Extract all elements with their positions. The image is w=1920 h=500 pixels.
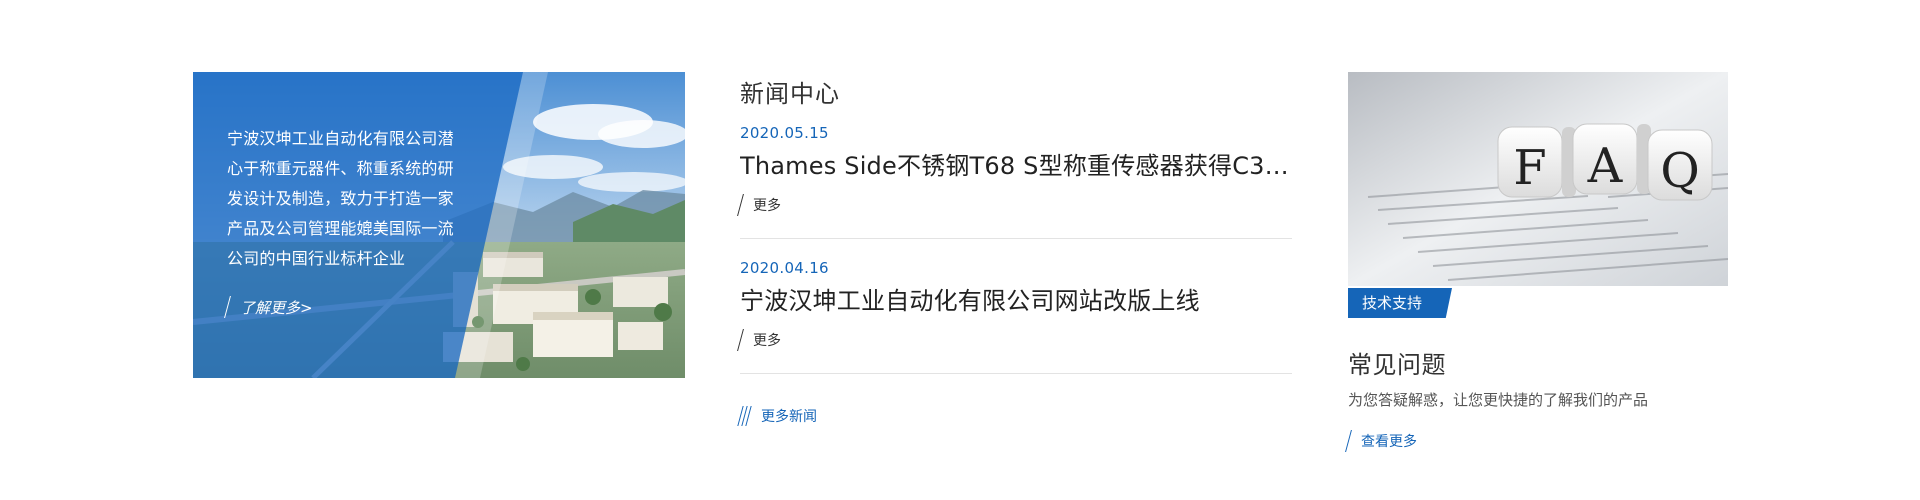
triple-slash-icon xyxy=(737,406,752,426)
news-title-link[interactable]: 宁波汉坤工业自动化有限公司网站改版上线 xyxy=(740,281,1292,316)
news-divider xyxy=(740,238,1292,239)
news-date: 2020.04.16 xyxy=(740,259,829,277)
news-more-link[interactable]: 更多 xyxy=(737,193,1292,217)
svg-text:A: A xyxy=(1587,138,1624,194)
slash-icon xyxy=(1345,430,1352,452)
news-more-link[interactable]: 更多 xyxy=(737,328,1292,352)
news-divider xyxy=(740,373,1292,374)
view-more-label: 查看更多 xyxy=(1361,434,1417,450)
tech-support-tag: 技术支持 xyxy=(1348,288,1452,318)
news-title-link[interactable]: Thames Side不锈钢T68 S型称重传感器获得C3认证 xyxy=(740,146,1292,181)
slash-icon xyxy=(737,329,744,351)
news-item: 2020.04.16 宁波汉坤工业自动化有限公司网站改版上线 更多 xyxy=(737,259,1292,352)
faq-description: 为您答疑解惑，让您更快捷的了解我们的产品 xyxy=(1348,391,1649,409)
news-date: 2020.05.15 xyxy=(740,124,829,142)
news-more-label: 更多 xyxy=(753,198,781,214)
company-intro-text: 宁波汉坤工业自动化有限公司潜心于称重元器件、称重系统的研发设计及制造，致力于打造… xyxy=(227,129,454,268)
more-news-label: 更多新闻 xyxy=(761,409,817,425)
news-item: 2020.05.15 Thames Side不锈钢T68 S型称重传感器获得C3… xyxy=(737,124,1292,217)
news-more-label: 更多 xyxy=(753,333,781,349)
company-intro-card: 宁波汉坤工业自动化有限公司潜心于称重元器件、称重系统的研发设计及制造，致力于打造… xyxy=(193,72,685,378)
view-more-link[interactable]: 查看更多 xyxy=(1345,429,1417,453)
faq-dice-illustration: F A Q xyxy=(1348,72,1728,286)
slash-icon xyxy=(737,194,744,216)
learn-more-label: 了解更多> xyxy=(240,298,313,317)
learn-more-link[interactable]: 了解更多> xyxy=(224,294,313,320)
more-news-link[interactable]: 更多新闻 xyxy=(737,404,817,428)
svg-text:Q: Q xyxy=(1660,143,1699,199)
faq-title: 常见问题 xyxy=(1348,351,1446,379)
news-section-title: 新闻中心 xyxy=(740,80,840,108)
svg-text:F: F xyxy=(1513,140,1546,196)
faq-image: F A Q xyxy=(1348,72,1728,286)
